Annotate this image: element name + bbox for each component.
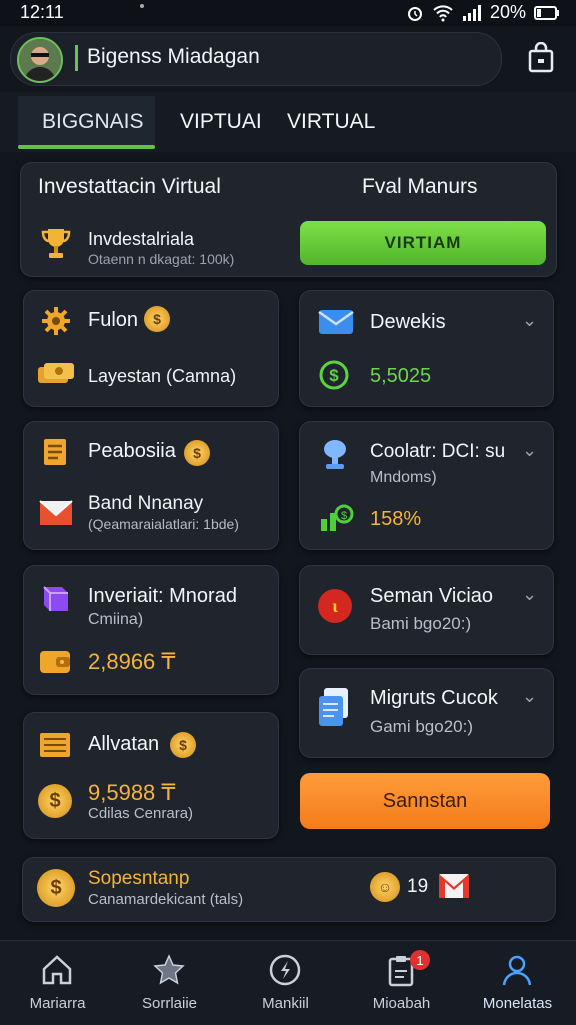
- notification-badge: 1: [410, 950, 430, 970]
- document-icon: [40, 436, 72, 468]
- coolatr-title: Coolatr: DCI: su: [370, 441, 506, 462]
- inveriait-value: 2,8966 ₸: [88, 649, 176, 674]
- peabosiia-row-label: Band Nnanay: [88, 493, 204, 514]
- migruts-sub: Gami bgo20:): [370, 717, 473, 736]
- dewekis-title: Dewekis: [370, 311, 446, 333]
- notification-dot-icon: [140, 4, 144, 8]
- mail-icon: [318, 307, 354, 337]
- shopping-bag-icon[interactable]: [526, 41, 556, 74]
- wifi-icon: [433, 4, 453, 21]
- peabosiia-row-sub: (Qeamaraialatlari: 1bde): [88, 516, 239, 532]
- seman-sub: Bami bgo20:): [370, 614, 472, 633]
- sannstan-button[interactable]: Sannstan: [300, 773, 550, 829]
- tab-indicator: [18, 145, 155, 149]
- chevron-down-icon[interactable]: ⌄: [522, 584, 537, 605]
- inveriait-title: Inveriait: Mnorad: [88, 585, 237, 607]
- fulon-title: Fulon: [88, 309, 139, 331]
- document-stack-icon: [316, 686, 354, 728]
- investment-right-title: Fval Manurs: [362, 175, 478, 198]
- status-right: 20%: [406, 2, 560, 23]
- gmail-icon[interactable]: [438, 871, 470, 901]
- cash-stack-icon: [36, 359, 76, 389]
- tab-biggnais[interactable]: BIGGNAIS: [42, 110, 144, 134]
- nav-profile[interactable]: Monelatas: [460, 941, 575, 1025]
- coin-icon: $: [144, 306, 170, 332]
- coin-icon: $: [184, 440, 210, 466]
- star-icon: [153, 954, 185, 985]
- allvatan-value-sub: Cdilas Cenrara): [88, 805, 194, 822]
- svg-text:$: $: [341, 510, 347, 522]
- nav-market-label: Mankiil: [262, 995, 309, 1012]
- footer-count: 19: [407, 876, 429, 897]
- red-badge-icon: ɩ: [316, 587, 354, 625]
- allvatan-value: 9,5988 ₸: [88, 780, 176, 805]
- investment-row-label: Invdestalriala: [88, 229, 195, 249]
- trophy-icon: [40, 226, 72, 262]
- tree-icon: [320, 438, 350, 472]
- footer-title: Sopesntanp: [88, 868, 190, 889]
- chevron-down-icon[interactable]: ⌄: [522, 310, 537, 331]
- nav-home-label: Mariarra: [29, 995, 86, 1012]
- ledger-icon: [38, 730, 72, 760]
- user-icon: [502, 955, 532, 986]
- investment-row-sub: Otaenn n dkagat: 100k): [88, 251, 235, 267]
- bottom-nav: Mariarra Sorrlaiie Mankiil Mioabah Monel…: [0, 940, 576, 1025]
- footer-sub: Canamardekicant (tals): [88, 891, 244, 908]
- avatar-icon: [19, 39, 61, 81]
- inveriait-sub: Cmiina): [88, 611, 144, 628]
- wallet-icon: [38, 645, 72, 677]
- allvatan-title: Allvatan: [88, 733, 160, 755]
- nav-home[interactable]: Mariarra: [0, 941, 115, 1025]
- tab-viptuai[interactable]: VIPTUAI: [180, 110, 262, 134]
- smiley-coin-icon: ☺: [370, 872, 400, 902]
- status-time: 12:11: [20, 2, 64, 22]
- signal-icon: [462, 4, 481, 21]
- header-divider: [75, 45, 78, 71]
- coolatr-value: 158%: [370, 508, 422, 530]
- chevron-down-icon[interactable]: ⌄: [522, 686, 537, 707]
- nav-market[interactable]: Mankiil: [228, 941, 343, 1025]
- battery-icon: [534, 5, 559, 20]
- dollar-coin-icon: $: [37, 869, 75, 907]
- nav-clipboard-label: Mioabah: [372, 995, 431, 1012]
- compass-icon: [269, 954, 301, 986]
- virtual-button[interactable]: VIRTIAM: [300, 221, 546, 265]
- dewekis-value: 5,5025: [370, 365, 432, 387]
- svg-text:ɩ: ɩ: [332, 596, 338, 616]
- battery-percent: 20%: [489, 2, 526, 22]
- nav-favorites[interactable]: Sorrlaiie: [112, 941, 227, 1025]
- dollar-coin-icon: $: [38, 784, 72, 818]
- envelope-icon: [38, 497, 74, 529]
- chevron-down-icon[interactable]: ⌄: [522, 440, 537, 461]
- peabosiia-title: Peabosiia: [88, 440, 176, 462]
- cube-icon: [38, 581, 72, 615]
- chart-growth-icon: $: [318, 503, 354, 533]
- nav-clipboard[interactable]: Mioabah: [344, 941, 459, 1025]
- migruts-title: Migruts Cucok: [370, 687, 498, 709]
- status-bar: 12:11 20%: [0, 0, 576, 26]
- avatar[interactable]: [17, 37, 63, 83]
- tab-virtual[interactable]: VIRTUAL: [287, 110, 375, 134]
- seman-title: Seman Viciao: [370, 585, 494, 607]
- profile-header[interactable]: Bigenss Miadagan: [10, 32, 502, 86]
- coin-icon: $: [170, 732, 196, 758]
- investment-title: Investattacin Virtual: [38, 175, 221, 198]
- gear-icon: [40, 305, 72, 337]
- header-title: Bigenss Miadagan: [87, 45, 260, 68]
- nav-profile-label: Monelatas: [482, 995, 553, 1012]
- nav-favorites-label: Sorrlaiie: [141, 995, 198, 1012]
- alarm-icon: [407, 6, 422, 21]
- svg-text:$: $: [329, 366, 339, 385]
- coolatr-sub: Mndoms): [370, 469, 437, 486]
- home-icon: [42, 955, 72, 985]
- dollar-circle-icon: $: [318, 359, 350, 391]
- fulon-row-label: Layestan (Camna): [88, 366, 237, 386]
